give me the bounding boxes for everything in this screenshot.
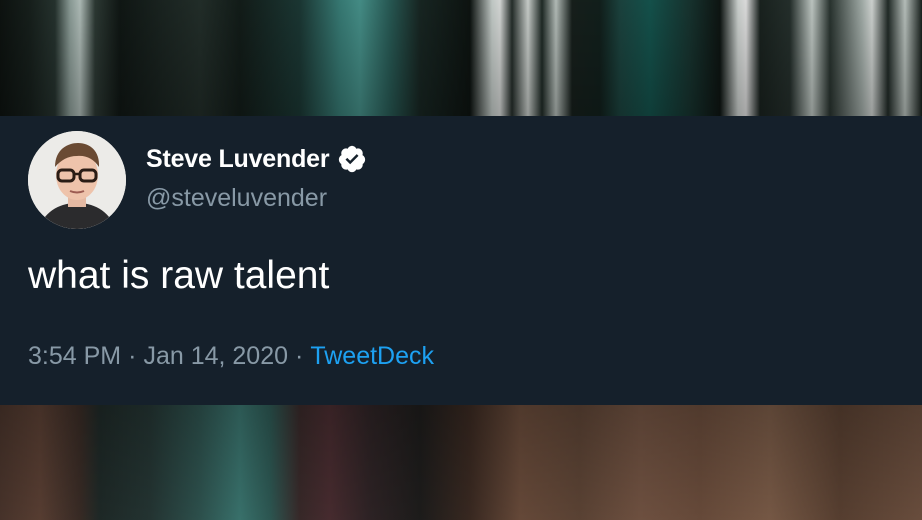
author-name-row: Steve Luvender xyxy=(146,144,367,174)
meta-separator: · xyxy=(128,342,137,370)
avatar[interactable] xyxy=(28,131,126,229)
avatar-portrait-icon xyxy=(28,131,126,229)
background-photo-bottom xyxy=(0,405,922,520)
tweet-meta: 3:54 PM · Jan 14, 2020 · TweetDeck xyxy=(28,342,434,371)
tweet-date[interactable]: Jan 14, 2020 xyxy=(143,342,288,371)
background-photo-top xyxy=(0,0,922,116)
user-handle[interactable]: @steveluvender xyxy=(146,184,327,213)
meta-separator: · xyxy=(295,342,304,370)
display-name[interactable]: Steve Luvender xyxy=(146,145,330,174)
tweet-text: what is raw talent xyxy=(28,254,330,297)
verified-badge-icon xyxy=(337,144,367,174)
tweet-source-link[interactable]: TweetDeck xyxy=(310,342,434,371)
tweet-card: Steve Luvender @steveluvender what is ra… xyxy=(0,116,922,405)
tweet-time[interactable]: 3:54 PM xyxy=(28,342,121,371)
